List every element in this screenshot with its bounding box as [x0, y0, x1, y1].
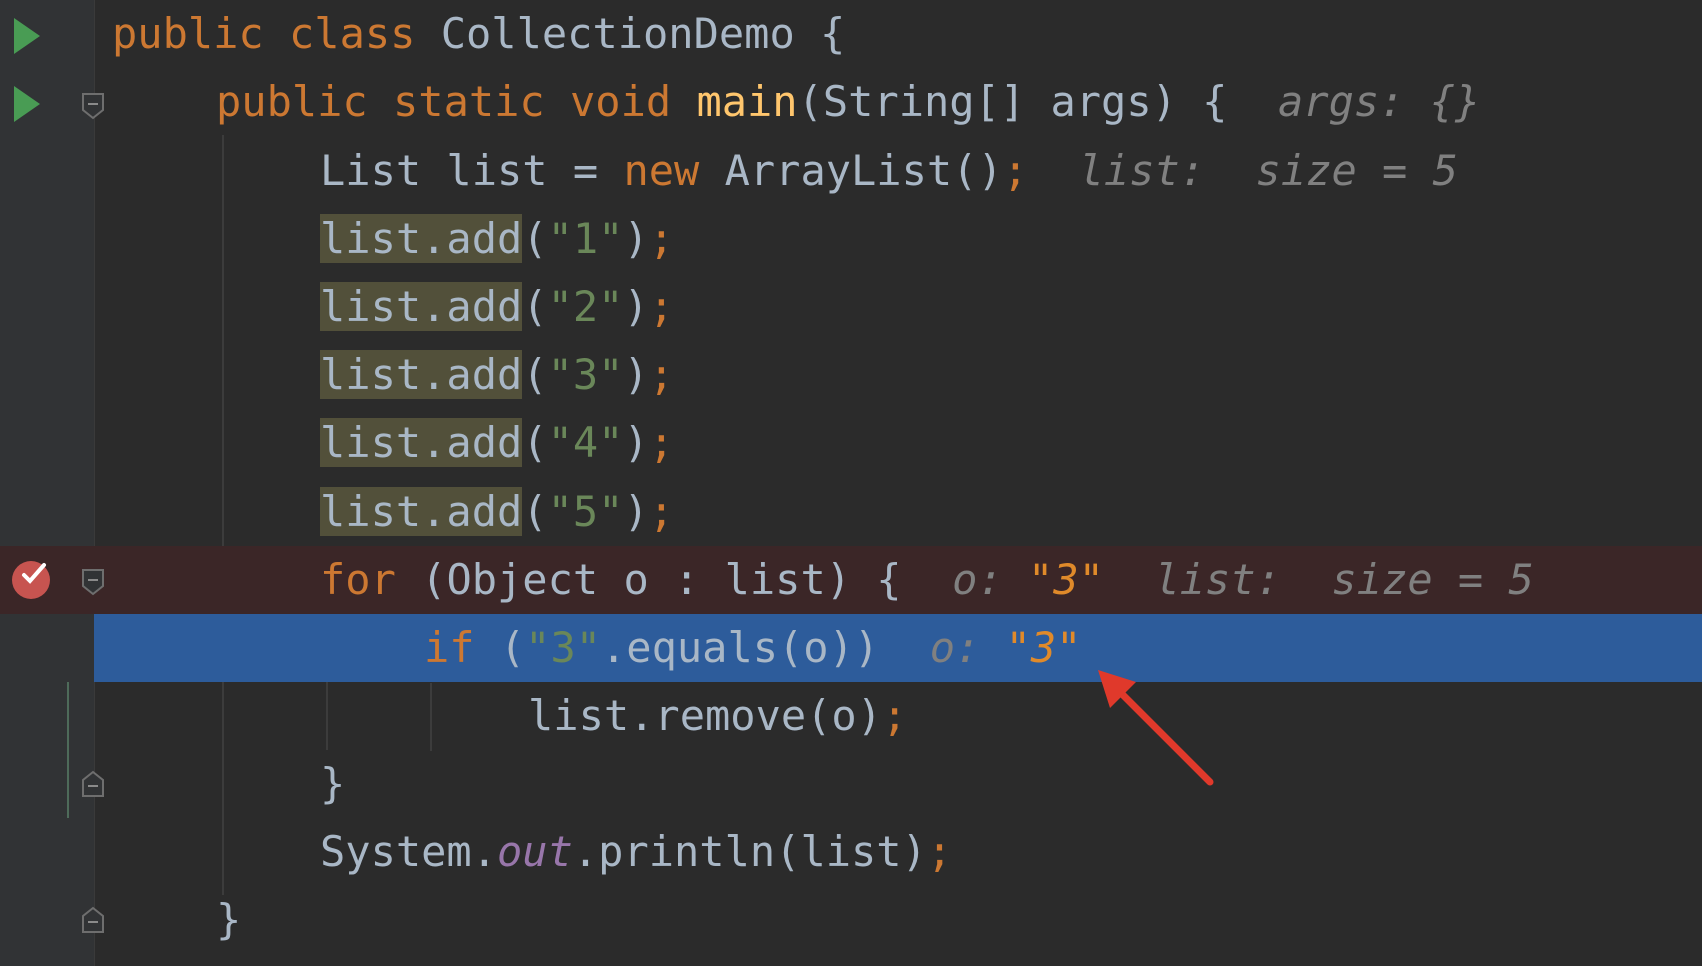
code-text: public class CollectionDemo {	[112, 0, 845, 68]
code-token: (	[522, 282, 548, 331]
code-token: for	[320, 555, 422, 604]
code-token: List list =	[320, 146, 624, 195]
run-gutter-icon[interactable]	[14, 18, 40, 54]
code-token: ;	[648, 418, 675, 467]
code-token: list.add	[320, 418, 523, 467]
code-token: "3"	[525, 623, 602, 672]
code-token: out	[497, 827, 573, 876]
code-text: }	[216, 886, 241, 954]
code-token: (	[522, 487, 548, 536]
inline-debug-hint: o:	[929, 623, 1006, 672]
code-token: )	[623, 487, 649, 536]
code-text: list.add("1");	[320, 205, 674, 273]
code-text: List list = new ArrayList(); list: size …	[320, 137, 1458, 205]
code-text: list.remove(o);	[528, 682, 907, 750]
code-token: (String[] args) {	[797, 77, 1279, 126]
red-arrow-annotation	[1098, 670, 1214, 786]
code-token: ;	[648, 282, 675, 331]
code-token: main	[696, 77, 798, 126]
code-token: "5"	[547, 487, 624, 536]
code-token: (	[522, 214, 548, 263]
breakpoint-check-icon[interactable]	[10, 558, 52, 600]
code-text: list.add("5");	[320, 478, 674, 546]
code-token: ;	[1002, 146, 1029, 195]
code-token: )	[623, 282, 649, 331]
fold-marker-icon[interactable]	[81, 92, 105, 120]
code-line[interactable]: list.add("5");	[0, 478, 1702, 546]
code-token: .equals(o))	[601, 623, 930, 672]
code-line[interactable]: System.out.println(list);	[0, 818, 1702, 886]
code-token: .println(list)	[572, 827, 927, 876]
code-text: if ("3".equals(o)) o: "3"	[424, 614, 1081, 682]
code-token: )	[623, 418, 649, 467]
inline-debug-hint: list: size = 5	[1103, 555, 1534, 604]
code-line[interactable]: }	[0, 886, 1702, 954]
code-token: list.add	[320, 214, 523, 263]
code-line[interactable]: public static void main(String[] args) {…	[0, 68, 1702, 136]
code-text: list.add("2");	[320, 273, 674, 341]
code-text: public static void main(String[] args) {…	[216, 68, 1480, 136]
inline-debug-hint: "3"	[1028, 555, 1104, 604]
inline-debug-hint: args: {}	[1278, 77, 1481, 126]
code-token: System.	[320, 827, 498, 876]
code-token: (	[522, 350, 548, 399]
code-token: if	[424, 623, 500, 672]
code-token: list.remove(o)	[528, 691, 883, 740]
run-gutter-icon[interactable]	[14, 86, 40, 122]
fold-marker-icon[interactable]	[81, 906, 105, 933]
code-line[interactable]: List list = new ArrayList(); list: size …	[0, 137, 1702, 205]
code-token: (	[522, 418, 548, 467]
code-text: }	[320, 750, 345, 818]
code-text: list.add("4");	[320, 409, 674, 477]
code-token: ;	[926, 827, 953, 876]
code-token: ;	[648, 487, 675, 536]
code-token: list.add	[320, 282, 523, 331]
code-line[interactable]: list.add("1");	[0, 205, 1702, 273]
code-token: }	[216, 895, 242, 944]
code-token: )	[623, 350, 649, 399]
code-token: ;	[648, 214, 675, 263]
code-token: "2"	[547, 282, 624, 331]
fold-marker-icon[interactable]	[81, 568, 105, 596]
gutter-segment	[0, 614, 94, 682]
code-token: public class	[112, 9, 441, 58]
code-line[interactable]: list.add("2");	[0, 273, 1702, 341]
code-token: "4"	[547, 418, 624, 467]
code-text: System.out.println(list);	[320, 818, 952, 886]
code-text: for (Object o : list) { o: "3" list: siz…	[320, 546, 1534, 614]
code-token: "1"	[547, 214, 624, 263]
code-token: CollectionDemo {	[440, 9, 846, 58]
code-line[interactable]: list.add("3");	[0, 341, 1702, 409]
code-token: new	[623, 146, 725, 195]
fold-marker-icon[interactable]	[81, 770, 105, 797]
code-token: ;	[648, 350, 675, 399]
current-execution-line[interactable]: if ("3".equals(o)) o: "3"	[0, 614, 1702, 682]
code-line[interactable]: }	[0, 750, 1702, 818]
code-token: ArrayList()	[724, 146, 1003, 195]
inline-debug-hint: "3"	[1005, 623, 1082, 672]
code-line[interactable]: list.remove(o);	[0, 682, 1702, 750]
code-token: "3"	[547, 350, 624, 399]
code-token: ;	[882, 691, 908, 740]
code-text: list.add("3");	[320, 341, 674, 409]
code-line[interactable]: public class CollectionDemo {	[0, 0, 1702, 68]
breakpoint-line[interactable]: for (Object o : list) { o: "3" list: siz…	[0, 546, 1702, 614]
code-token: (	[499, 623, 526, 672]
code-token: }	[320, 759, 346, 808]
inline-debug-hint: o:	[952, 555, 1029, 604]
code-token: )	[623, 214, 649, 263]
code-token: public static void	[216, 77, 697, 126]
code-token: (Object o : list) {	[421, 555, 953, 604]
inline-debug-hint: list: size = 5	[1078, 146, 1458, 195]
code-token: list.add	[320, 350, 523, 399]
code-line[interactable]: list.add("4");	[0, 409, 1702, 477]
code-token: list.add	[320, 487, 523, 536]
